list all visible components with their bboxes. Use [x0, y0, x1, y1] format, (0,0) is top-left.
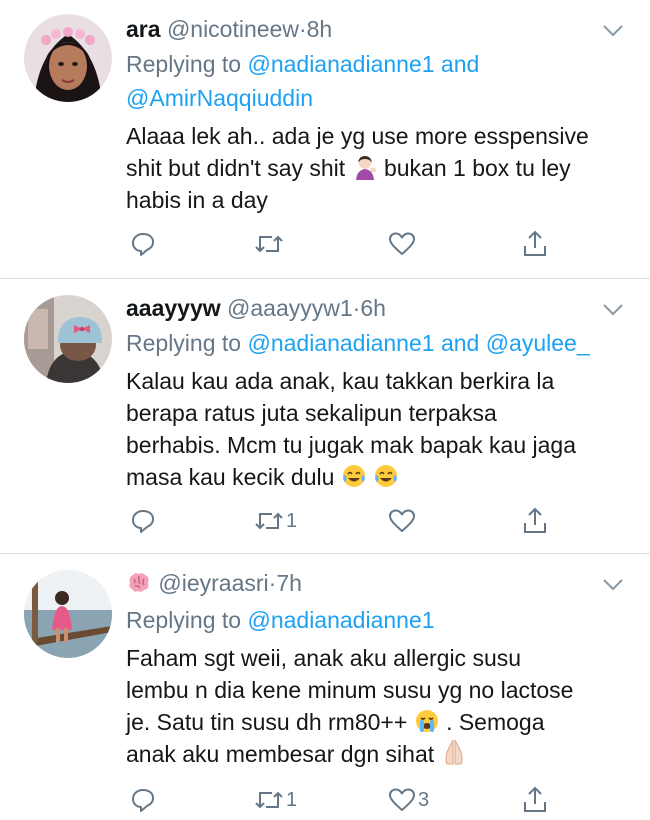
mention-link[interactable]: @AmirNaqqiuddin — [126, 85, 313, 111]
reply-icon — [132, 789, 154, 812]
reply-button[interactable] — [130, 505, 158, 537]
avatar-image — [24, 570, 112, 658]
separator-dot: · — [298, 16, 307, 42]
retweet-count: 1 — [286, 788, 298, 811]
replying-to: Replying to @nadianadianne1 — [126, 604, 435, 636]
text-line: anak aku membesar dgn sihat — [126, 738, 626, 770]
text-fragment: . Semoga — [446, 709, 545, 735]
mention-link[interactable]: @nadianadianne1 — [247, 607, 434, 633]
avatar[interactable] — [24, 570, 112, 658]
text-fragment: shit but didn't say shit — [126, 155, 346, 181]
timestamp[interactable]: 6h — [360, 295, 386, 321]
retweet-icon — [255, 512, 283, 530]
mention-link[interactable]: @nadianadianne1 — [247, 330, 434, 356]
retweet-button[interactable]: 1 — [254, 505, 297, 537]
text-line: berhabis. Mcm tu jugak mak bapak kau jag… — [126, 432, 577, 458]
replying-to-label: Replying to — [126, 330, 242, 356]
like-button[interactable]: 3 — [388, 784, 429, 816]
tweet-header: aaayyyw @aaayyyw1·6h — [126, 295, 386, 322]
reply-icon — [132, 233, 154, 256]
like-icon — [389, 509, 415, 532]
folded-hands-emoji — [445, 739, 463, 765]
display-name[interactable]: aaayyyw — [126, 295, 221, 321]
timestamp[interactable]: 7h — [276, 570, 302, 596]
text-line: je. Satu tin susu dh rm80++ . Semoga — [126, 706, 626, 738]
text-fragment: bukan 1 box tu ley — [383, 155, 571, 181]
text-line: Alaaa lek ah.. ada je yg use more esspen… — [126, 123, 589, 149]
text-line: Kalau kau ada anak, kau takkan berkira l… — [126, 368, 555, 394]
like-button[interactable] — [388, 505, 418, 537]
share-icon — [524, 786, 546, 812]
share-icon — [524, 507, 546, 533]
retweet-button[interactable]: 1 — [254, 784, 297, 816]
mention-link[interactable]: @nadianadianne1 and — [247, 51, 479, 77]
tears-of-joy-emoji — [375, 465, 398, 487]
tweet-text: Alaaa lek ah.. ada je yg use more esspen… — [126, 120, 626, 216]
display-name[interactable]: ara — [126, 16, 161, 42]
user-handle[interactable]: @nicotineew — [167, 16, 299, 42]
text-line: habis in a day — [126, 187, 268, 213]
share-button[interactable] — [522, 505, 548, 537]
reply-button[interactable] — [130, 228, 158, 260]
retweet-button[interactable] — [254, 228, 286, 260]
mention-and: and — [440, 330, 480, 356]
crying-emoji — [415, 710, 438, 732]
avatar[interactable] — [24, 14, 112, 102]
text-line: lembu n dia kene minum susu yg no lactos… — [126, 677, 574, 703]
like-icon — [389, 232, 415, 255]
text-fragment: anak aku membesar dgn sihat — [126, 741, 435, 767]
text-fragment: masa kau kecik dulu — [126, 464, 335, 490]
user-handle[interactable]: @aaayyyw1 — [227, 295, 353, 321]
tweet[interactable]: @ieyraasri·7h Replying to @nadianadianne… — [0, 554, 650, 820]
like-icon — [389, 788, 415, 811]
text-line: masa kau kecik dulu — [126, 461, 626, 493]
chevron-down-icon[interactable] — [602, 24, 624, 38]
tweet[interactable]: aaayyyw @aaayyyw1·6h Replying to @nadian… — [0, 279, 650, 553]
tweet[interactable]: ara @nicotineew·8h Replying to @nadianad… — [0, 0, 650, 278]
text-line: Faham sgt weii, anak aku allergic susu — [126, 645, 522, 671]
replying-to-label: Replying to — [126, 607, 242, 633]
replying-to-label: Replying to — [126, 51, 242, 77]
text-line: berapa ratus juta sekalipun terpaksa — [126, 400, 497, 426]
user-handle[interactable]: @ieyraasri — [158, 570, 268, 596]
chevron-down-icon[interactable] — [602, 303, 624, 317]
tweet-header: @ieyraasri·7h — [126, 570, 302, 597]
like-count: 3 — [418, 788, 430, 811]
replying-to: Replying to @nadianadianne1 and @ayulee_ — [126, 327, 590, 359]
tweet-actions: 1 — [126, 505, 606, 537]
chevron-down-icon[interactable] — [602, 578, 624, 592]
tweet-text: Faham sgt weii, anak aku allergic susu l… — [126, 642, 626, 770]
timestamp[interactable]: 8h — [307, 16, 333, 42]
share-button[interactable] — [522, 228, 548, 260]
reply-button[interactable] — [130, 784, 158, 816]
tears-of-joy-emoji — [342, 465, 365, 487]
tweet-text: Kalau kau ada anak, kau takkan berkira l… — [126, 365, 626, 493]
like-button[interactable] — [388, 228, 418, 260]
retweet-count: 1 — [286, 509, 298, 532]
retweet-icon — [255, 791, 283, 809]
text-fragment: je. Satu tin susu dh rm80++ — [126, 709, 408, 735]
share-button[interactable] — [522, 784, 548, 816]
woman-tipping-hand-emoji — [355, 156, 376, 180]
tweet-actions — [126, 228, 606, 260]
replying-to-line2: @AmirNaqqiuddin — [126, 82, 313, 114]
replying-to: Replying to @nadianadianne1 and — [126, 48, 479, 80]
avatar-image — [24, 14, 112, 102]
share-icon — [524, 230, 546, 256]
mention-link[interactable]: @ayulee_ — [486, 330, 590, 356]
tweet-header: ara @nicotineew·8h — [126, 16, 332, 43]
retweet-icon — [255, 235, 283, 253]
tweet-actions: 1 3 — [126, 784, 606, 816]
reply-icon — [132, 510, 154, 533]
avatar-image — [24, 295, 112, 383]
avatar[interactable] — [24, 295, 112, 383]
brain-emoji — [129, 573, 149, 592]
text-line: shit but didn't say shit bukan 1 box tu … — [126, 152, 626, 184]
